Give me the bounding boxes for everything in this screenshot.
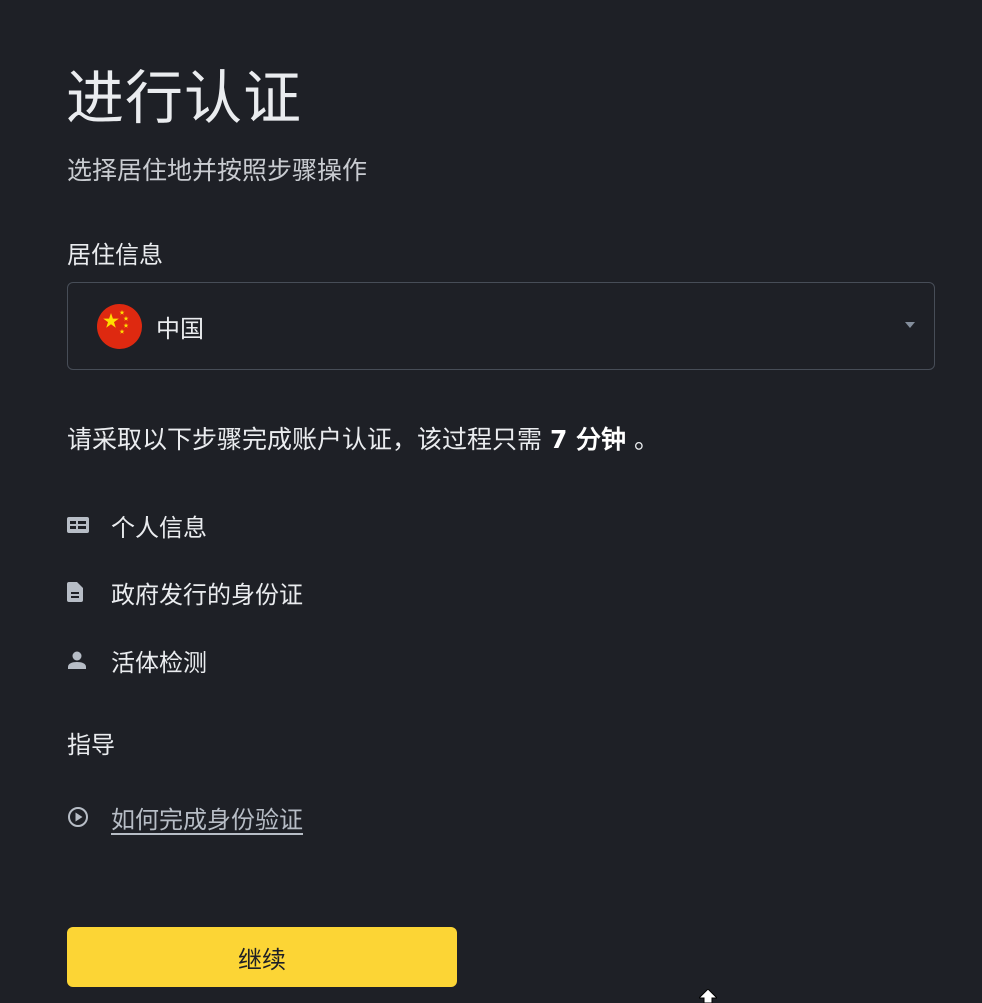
step-label: 个人信息 [111,513,207,542]
intro-suffix: 。 [626,425,660,454]
residence-label: 居住信息 [67,241,163,269]
step-label: 活体检测 [111,648,207,677]
id-card-icon [67,510,97,540]
person-icon [67,645,97,675]
country-select[interactable]: 中国 [67,282,935,370]
intro-text: 请采取以下步骤完成账户认证，该过程只需 7 分钟 。 [67,420,659,460]
play-circle-icon [67,806,97,828]
page-subtitle: 选择居住地并按照步骤操作 [67,156,368,185]
step-personal-info: 个人信息 [67,507,207,543]
guide-link[interactable]: 如何完成身份验证 [67,798,303,836]
intro-prefix: 请采取以下步骤完成账户认证，该过程只需 [67,425,550,454]
page-title: 进行认证 [66,64,303,132]
guide-label: 指导 [67,731,115,759]
step-government-id: 政府发行的身份证 [67,574,303,610]
continue-button[interactable]: 继续 [67,927,457,987]
intro-duration: 7 分钟 [549,425,627,454]
selected-country: 中国 [156,314,204,343]
step-label: 政府发行的身份证 [111,580,303,609]
step-liveness: 活体检测 [67,642,207,678]
document-icon [67,577,97,607]
guide-link-text[interactable]: 如何完成身份验证 [111,800,303,835]
verification-page: 进行认证 选择居住地并按照步骤操作 居住信息 中国 请采取以下步骤完成账户认证，… [0,0,982,1003]
caret-down-icon [905,322,915,328]
mouse-cursor-icon [699,989,717,1003]
china-flag-icon [97,303,142,349]
